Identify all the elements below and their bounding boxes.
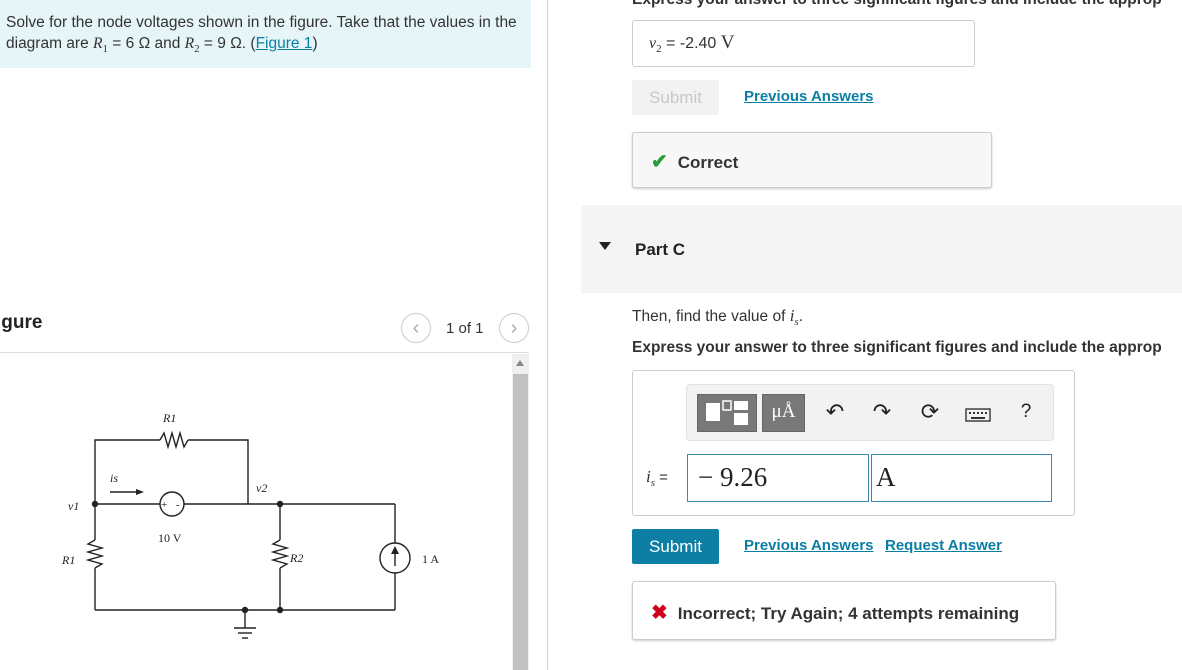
label-source-voltage: 10 V (158, 531, 182, 545)
previous-answers-link-c[interactable]: Previous Answers (744, 537, 874, 554)
resistor-r1-left (85, 539, 105, 569)
units-button[interactable]: μÅ (762, 394, 805, 432)
undo-icon[interactable]: ↶ (821, 399, 849, 425)
feedback-incorrect-text: Incorrect; Try Again; 4 attempts remaini… (677, 604, 1020, 623)
feedback-correct: ✔ Correct (632, 132, 992, 188)
resistor-r1-top (159, 430, 189, 450)
wire (188, 439, 249, 504)
is-input-label: is = (646, 467, 668, 489)
label-v2: v2 (256, 481, 267, 495)
v2-unit: V (720, 32, 735, 53)
plus-sign: + (161, 499, 167, 511)
chevron-left-icon[interactable]: ‹ (401, 313, 431, 343)
figure-scrollbar[interactable] (512, 354, 529, 670)
figure-link[interactable]: Figure 1 (256, 35, 313, 52)
caret-down-icon[interactable] (599, 242, 611, 250)
label-source-current: 1 A (422, 552, 439, 566)
unit-input[interactable]: A (871, 454, 1052, 502)
label-is: is (110, 471, 118, 485)
templates-icon[interactable] (697, 394, 757, 432)
figure-counter: 1 of 1 (446, 320, 484, 337)
label-r1-left: R1 (61, 553, 75, 567)
r2-value: = 9 Ω. ( (199, 35, 256, 52)
part-c-instructions: Express your answer to three significant… (632, 339, 1162, 356)
problem-statement: Solve for the node voltages shown in the… (0, 0, 531, 68)
submit-button[interactable]: Submit (632, 529, 719, 564)
reset-icon[interactable]: ⟳ (916, 399, 944, 425)
keyboard-icon[interactable] (964, 403, 992, 429)
v2-value: -2.40 (679, 35, 717, 52)
is-eq: = (655, 469, 668, 486)
question-prefix: Then, find the value of (632, 308, 790, 325)
part-c-question: Then, find the value of is. (632, 306, 803, 328)
resistor-r2 (270, 539, 290, 569)
checkmark-icon: ✔ (651, 151, 668, 173)
label-r1-top: R1 (162, 411, 176, 425)
circuit-diagram: R1 R1 R2 is v1 v2 10 V 1 A + - (61, 411, 439, 639)
feedback-correct-text: Correct (677, 153, 739, 172)
redo-icon[interactable]: ↷ (868, 399, 896, 425)
close-icon: ✖ (651, 602, 668, 624)
question-suffix: . (798, 308, 804, 325)
figure-divider (0, 352, 529, 353)
math-toolbar: μÅ ↶ ↷ ⟳ ? (686, 384, 1054, 441)
pane-divider[interactable] (547, 0, 548, 670)
submit-button-disabled[interactable]: Submit (632, 80, 719, 115)
part-b-instructions: Express your answer to three significant… (632, 0, 1162, 9)
feedback-incorrect: ✖ Incorrect; Try Again; 4 attempts remain… (632, 581, 1056, 640)
request-answer-link[interactable]: Request Answer (885, 537, 1002, 554)
scroll-up-icon[interactable] (516, 360, 524, 366)
minus-sign: - (176, 499, 180, 511)
help-button[interactable]: ? (1012, 399, 1040, 425)
label-r2: R2 (289, 551, 303, 565)
scroll-thumb[interactable] (513, 374, 528, 670)
v2-answer-display: v2 = -2.40 V (632, 20, 975, 67)
label-v1: v1 (68, 499, 79, 513)
wire (94, 439, 160, 504)
figure-header: igure (0, 312, 43, 333)
part-c-title[interactable]: Part C (635, 240, 685, 260)
chevron-right-icon[interactable]: › (499, 313, 529, 343)
problem-text-end: ) (312, 35, 318, 52)
value-input[interactable]: − 9.26 (687, 454, 869, 502)
v2-eq: = (661, 35, 680, 52)
r2-symbol: R (184, 35, 195, 52)
r1-value: = 6 Ω and (107, 35, 185, 52)
previous-answers-link-b[interactable]: Previous Answers (744, 88, 874, 105)
